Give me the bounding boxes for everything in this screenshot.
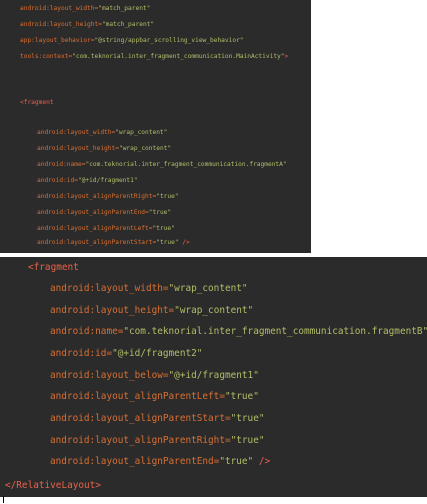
code-line: android:layout_height="wrap_content" xyxy=(37,145,172,152)
code-value: "wrap_content" xyxy=(115,129,168,136)
code-line: <fragment xyxy=(28,263,79,272)
code-attribute: android:layout_width= xyxy=(50,283,169,294)
code-line: android:layout_width="wrap_content" xyxy=(37,129,168,136)
text-cursor xyxy=(3,496,4,503)
code-line: android:layout_height="match_parent" xyxy=(20,21,155,28)
code-attribute: android:layout_alignParentStart= xyxy=(37,239,157,246)
code-attribute: android:name= xyxy=(50,326,124,337)
code-attribute: android:layout_alignParentRight= xyxy=(50,435,231,446)
code-line: </RelativeLayout> xyxy=(5,481,101,490)
code-value: "@+id/fragment1" xyxy=(77,177,138,184)
code-attribute: android:layout_height= xyxy=(37,145,119,152)
code-tag-close: /> xyxy=(253,456,271,467)
code-line: android:layout_below="@+id/fragment1" xyxy=(50,371,259,380)
code-attribute: android:id= xyxy=(50,348,113,359)
code-tag-close: > xyxy=(284,53,289,60)
code-snippet-top: android:layout_width="match_parent" andro… xyxy=(0,0,311,253)
code-value: "true" xyxy=(224,391,259,402)
code-attribute: android:layout_alignParentRight= xyxy=(37,193,157,200)
code-tag: <fragment xyxy=(20,99,54,106)
code-line: android:layout_alignParentEnd="true" xyxy=(37,209,172,216)
code-attribute: android:layout_below= xyxy=(50,370,169,381)
code-line: android:layout_alignParentEnd="true" /> xyxy=(50,457,270,466)
code-value: "com.teknorial.inter_fragment_communicat… xyxy=(85,161,287,168)
code-value: "true" xyxy=(230,413,265,424)
code-attribute: android:layout_alignParentLeft= xyxy=(50,391,225,402)
code-line: android:layout_width="match_parent" xyxy=(20,5,151,12)
code-tag-close: /> xyxy=(178,239,190,246)
code-value: "true" xyxy=(230,435,265,446)
code-line: android:layout_alignParentLeft="true" xyxy=(50,392,259,401)
code-attribute: android:layout_height= xyxy=(50,305,175,316)
code-attribute: android:layout_alignParentEnd= xyxy=(37,209,149,216)
code-attribute: android:id= xyxy=(37,177,78,184)
code-value: "true" xyxy=(148,209,172,216)
code-tag: <fragment xyxy=(28,262,79,273)
code-value: "com.teknorial.inter_fragment_communicat… xyxy=(72,53,285,60)
code-line: android:name="com.teknorial.inter_fragme… xyxy=(37,161,287,168)
code-value: "@string/appbar_scrolling_view_behavior" xyxy=(94,37,244,44)
code-line: android:layout_alignParentStart="true" /… xyxy=(37,239,190,246)
code-tag: </RelativeLayout> xyxy=(5,480,101,491)
code-attribute: app:layout_behavior= xyxy=(20,37,95,44)
code-line: android:layout_alignParentRight="true" xyxy=(37,193,179,200)
code-attribute: android:name= xyxy=(37,161,86,168)
code-snippet-bottom: <fragment android:layout_width="wrap_cont… xyxy=(0,257,427,497)
code-value: "wrap_content" xyxy=(168,283,248,294)
code-attribute: android:layout_alignParentStart= xyxy=(50,413,231,424)
code-value: "true" xyxy=(152,225,175,232)
code-value: "true" xyxy=(156,239,179,246)
code-line: android:layout_width="wrap_content" xyxy=(50,284,248,293)
code-value: "true" xyxy=(156,193,179,200)
code-line: android:layout_alignParentRight="true" xyxy=(50,436,265,445)
code-line: <fragment xyxy=(20,99,54,106)
code-attribute: tools:context= xyxy=(20,53,73,60)
code-value: "@+id/fragment1" xyxy=(168,370,259,381)
code-line: android:name="com.teknorial.inter_fragme… xyxy=(50,327,427,336)
code-attribute: android:layout_width= xyxy=(20,5,99,12)
code-value: "wrap_content" xyxy=(174,305,254,316)
code-line: android:layout_height="wrap_content" xyxy=(50,306,253,315)
code-value: "match_parent" xyxy=(101,21,155,28)
code-value: "com.teknorial.inter_fragment_communicat… xyxy=(123,326,427,337)
code-line: android:id="@+id/fragment2" xyxy=(50,349,202,358)
code-attribute: android:layout_alignParentLeft= xyxy=(37,225,153,232)
code-value: "@+id/fragment2" xyxy=(112,348,203,359)
code-value: "true" xyxy=(219,456,254,467)
code-line: tools:context="com.teknorial.inter_fragm… xyxy=(20,53,289,60)
code-attribute: android:layout_height= xyxy=(20,21,102,28)
code-attribute: android:layout_alignParentEnd= xyxy=(50,456,220,467)
code-value: "match_parent" xyxy=(98,5,151,12)
code-line: android:layout_alignParentStart="true" xyxy=(50,414,265,423)
code-line: app:layout_behavior="@string/appbar_scro… xyxy=(20,37,244,44)
code-attribute: android:layout_width= xyxy=(37,129,116,136)
code-line: android:layout_alignParentLeft="true" xyxy=(37,225,175,232)
code-value: "wrap_content" xyxy=(118,145,172,152)
code-line: android:id="@+id/fragment1" xyxy=(37,177,138,184)
